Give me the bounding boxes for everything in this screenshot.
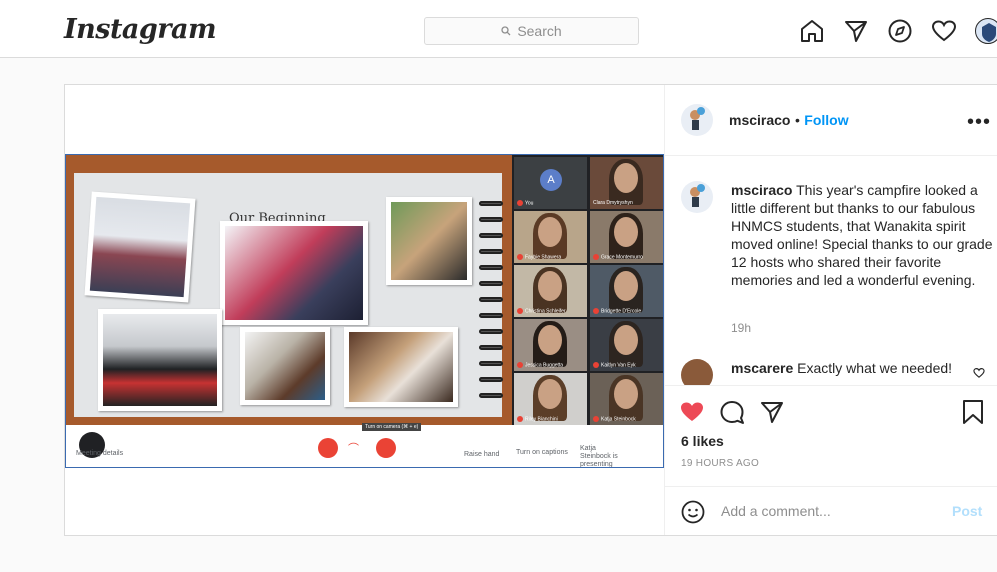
share-icon[interactable] — [759, 399, 785, 425]
post-timestamp[interactable]: 19 HOURS AGO — [681, 458, 759, 469]
post-sidebar: msciraco • Follow ••• msciraco This year… — [664, 85, 997, 535]
participant-name: Riley Bianchini — [525, 416, 558, 422]
participant-name: You — [525, 200, 534, 206]
profile-crest-icon — [982, 23, 996, 42]
post-comment-button[interactable]: Post — [952, 503, 982, 519]
add-comment-bar: Add a comment... Post — [665, 486, 997, 536]
instagram-logo[interactable]: Instagram — [64, 14, 217, 45]
binder-rings — [479, 201, 505, 421]
captions-button[interactable]: Turn on captions — [516, 449, 568, 456]
photo-friends-snow — [98, 309, 222, 411]
search-placeholder: Search — [517, 23, 562, 39]
comment-input[interactable]: Add a comment... — [721, 503, 831, 519]
participant-tile: A You — [514, 157, 587, 209]
bitmoji-avatar-icon — [690, 107, 705, 130]
direct-icon[interactable] — [843, 18, 869, 44]
top-navigation-bar: Instagram Search — [0, 0, 997, 58]
caption-timestamp[interactable]: 19h — [731, 321, 751, 335]
post-actions: 6 likes 19 HOURS AGO Add a comment... Po… — [665, 385, 997, 535]
participant-name: Faybie Shawera — [525, 254, 562, 260]
commenter-avatar[interactable] — [681, 359, 713, 385]
post-header: msciraco • Follow ••• — [665, 85, 997, 156]
participant-tile: Christina Schleifer — [514, 265, 587, 317]
participant-name: Kaitlyn Van Eyk — [601, 362, 636, 368]
caption-author-avatar[interactable] — [681, 181, 713, 213]
meeting-details-button[interactable]: Meeting details — [76, 450, 123, 457]
author-username[interactable]: msciraco — [729, 112, 790, 128]
photo-dining-hall — [344, 327, 458, 407]
follow-separator: • — [794, 112, 800, 128]
participant-tile: Faybie Shawera — [514, 211, 587, 263]
author-avatar[interactable] — [681, 104, 713, 136]
muted-mic-icon — [517, 199, 523, 206]
profile-avatar[interactable] — [975, 18, 997, 44]
participant-tile: Grace Montemurro — [590, 211, 663, 263]
activity-heart-icon[interactable] — [931, 18, 957, 44]
participant-name: Clara Dmytryshyn — [593, 200, 633, 206]
more-options-button[interactable]: ••• — [967, 111, 991, 134]
comment-icon[interactable] — [719, 399, 745, 425]
participant-name: Bridgette D'Ercole — [601, 308, 642, 314]
photo-group-selfie — [220, 221, 368, 325]
participant-name: Katja Steinbock — [601, 416, 636, 422]
participant-tile: Riley Bianchini — [514, 373, 587, 425]
participant-tile: Bridgette D'Ercole — [590, 265, 663, 317]
home-icon[interactable] — [799, 18, 825, 44]
participant-avatar-letter: A — [540, 169, 562, 191]
caption-username[interactable]: msciraco — [731, 182, 792, 198]
participant-name: Christina Schleifer — [525, 308, 566, 314]
raise-hand-button[interactable]: Raise hand — [464, 451, 499, 458]
search-icon — [501, 26, 511, 36]
participant-tile: Clara Dmytryshyn — [590, 157, 663, 209]
camera-tooltip: Turn on camera (⌘ + e) — [362, 423, 422, 431]
search-input[interactable]: Search — [424, 17, 639, 45]
photo-winter-group — [84, 191, 196, 303]
hang-up-button[interactable]: ⌒ — [348, 440, 359, 456]
participant-tile: Jessica Buggetta — [514, 319, 587, 371]
comment-item: mscarere Exactly what we needed! — [665, 355, 997, 385]
presenting-status: Katja Steinbock is presenting — [580, 445, 618, 468]
like-heart-icon[interactable] — [679, 399, 705, 425]
save-bookmark-icon[interactable] — [961, 399, 985, 425]
commenter-username[interactable]: mscarere — [731, 360, 793, 376]
post-caption: msciraco This year's campfire looked a l… — [731, 181, 993, 289]
post-media[interactable]: Our Beginning A You Clara Dmytryshyn Fay… — [65, 85, 664, 535]
post-card: Our Beginning A You Clara Dmytryshyn Fay… — [64, 84, 997, 536]
likes-count[interactable]: 6 likes — [681, 433, 724, 449]
camera-off-button[interactable] — [376, 438, 396, 458]
photo-two-girls — [386, 197, 472, 285]
wooden-board: Our Beginning — [66, 155, 512, 425]
participant-name: Grace Montemurro — [601, 254, 643, 260]
mic-off-button[interactable] — [318, 438, 338, 458]
bitmoji-avatar-icon — [690, 184, 705, 207]
participant-tile: Katja Steinbock — [590, 373, 663, 425]
participant-name: Jessica Buggetta — [525, 362, 564, 368]
video-call-grid: A You Clara Dmytryshyn Faybie Shawera Gr… — [512, 155, 663, 425]
scrapbook-page: Our Beginning — [74, 173, 503, 417]
post-photo[interactable]: Our Beginning A You Clara Dmytryshyn Fay… — [65, 154, 664, 468]
comment-text: Exactly what we needed! — [797, 360, 953, 376]
explore-icon[interactable] — [887, 18, 913, 44]
meeting-toolbar: Meeting details ⌒ Turn on camera (⌘ + e)… — [66, 423, 663, 468]
photo-ski-hill — [240, 327, 330, 405]
emoji-icon[interactable] — [681, 500, 705, 524]
comment-like-icon[interactable] — [973, 367, 985, 379]
follow-button[interactable]: Follow — [804, 112, 848, 128]
participant-tile: Kaitlyn Van Eyk — [590, 319, 663, 371]
